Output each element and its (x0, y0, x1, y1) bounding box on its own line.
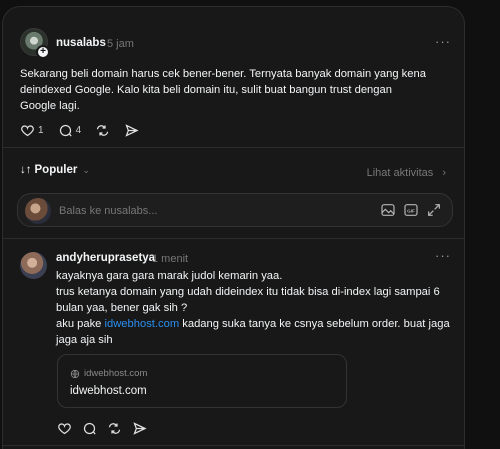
gif-icon[interactable]: GIF (403, 202, 419, 218)
share-button[interactable] (124, 123, 139, 138)
like-count: 1 (38, 125, 44, 136)
globe-icon (70, 369, 80, 378)
comment-line: trus ketanya domain yang udah dideindex … (56, 286, 440, 314)
post-time: 5 jam (107, 38, 134, 50)
chevron-down-icon: ⌄ (82, 164, 90, 175)
comment-author[interactable]: andyheruprasetya (56, 252, 155, 264)
avatar (25, 198, 51, 224)
comment-actions (57, 421, 157, 436)
expand-icon[interactable] (426, 202, 442, 218)
comment-count: 4 (75, 125, 82, 136)
svg-text:GIF: GIF (407, 208, 415, 213)
view-activity-link[interactable]: Lihat aktivitas › (367, 167, 446, 179)
like-button[interactable]: 1 (20, 123, 44, 138)
view-activity-label: Lihat aktivitas (366, 167, 434, 179)
reply-placeholder: Balas ke nusalabs... (59, 205, 158, 217)
comment-link[interactable]: idwebhost.com (105, 318, 180, 330)
comment-button[interactable] (82, 421, 97, 436)
post-actions: 1 4 (20, 123, 153, 138)
comment-icon (59, 124, 72, 137)
link-domain: idwebhost.com (70, 368, 147, 379)
like-button[interactable] (57, 421, 72, 436)
link-domain-text: idwebhost.com (84, 368, 148, 379)
comment-line: aku pake idwebhost.com kadang suka tanya… (56, 316, 451, 348)
post-more-icon[interactable]: ··· (435, 34, 451, 49)
divider (3, 445, 464, 446)
repost-button[interactable] (95, 123, 110, 138)
image-icon[interactable] (380, 202, 396, 218)
comment-line: kayaknya gara gara marak judol kemarin y… (56, 270, 283, 282)
comment-more-icon[interactable]: ··· (435, 248, 451, 263)
divider (3, 238, 464, 239)
post-text: Sekarang beli domain harus cek bener-ben… (20, 68, 426, 112)
post-author[interactable]: nusalabs (56, 37, 106, 49)
comment-time: 1 menit (152, 253, 189, 265)
share-icon (133, 422, 147, 435)
sort-arrows-icon: ↓↑ (20, 164, 32, 176)
avatar[interactable] (20, 252, 47, 279)
share-icon (125, 124, 139, 137)
thread-card: + nusalabs 5 jam ··· Sekarang beli domai… (2, 6, 465, 449)
link-preview-card[interactable]: idwebhost.com idwebhost.com (57, 354, 347, 408)
chevron-right-icon: › (442, 167, 446, 179)
share-button[interactable] (132, 421, 147, 436)
comment-button[interactable]: 4 (58, 123, 82, 138)
follow-plus-icon[interactable]: + (36, 45, 50, 59)
sort-label: Populer (34, 164, 78, 176)
reply-input[interactable]: Balas ke nusalabs... GIF (17, 193, 453, 227)
repost-icon (97, 125, 109, 136)
divider (3, 147, 464, 148)
repost-icon (108, 423, 121, 434)
link-title: idwebhost.com (70, 385, 147, 397)
comment-text: kayaknya gara gara marak judol kemarin y… (56, 268, 451, 348)
heart-icon (58, 423, 71, 435)
sort-dropdown[interactable]: ↓↑ Populer ⌄ (20, 164, 90, 176)
reply-toolbar: GIF (373, 202, 442, 218)
repost-button[interactable] (107, 421, 122, 436)
comment-text-part: aku pake (56, 318, 105, 330)
comment-icon (83, 422, 96, 435)
heart-icon (21, 125, 34, 137)
